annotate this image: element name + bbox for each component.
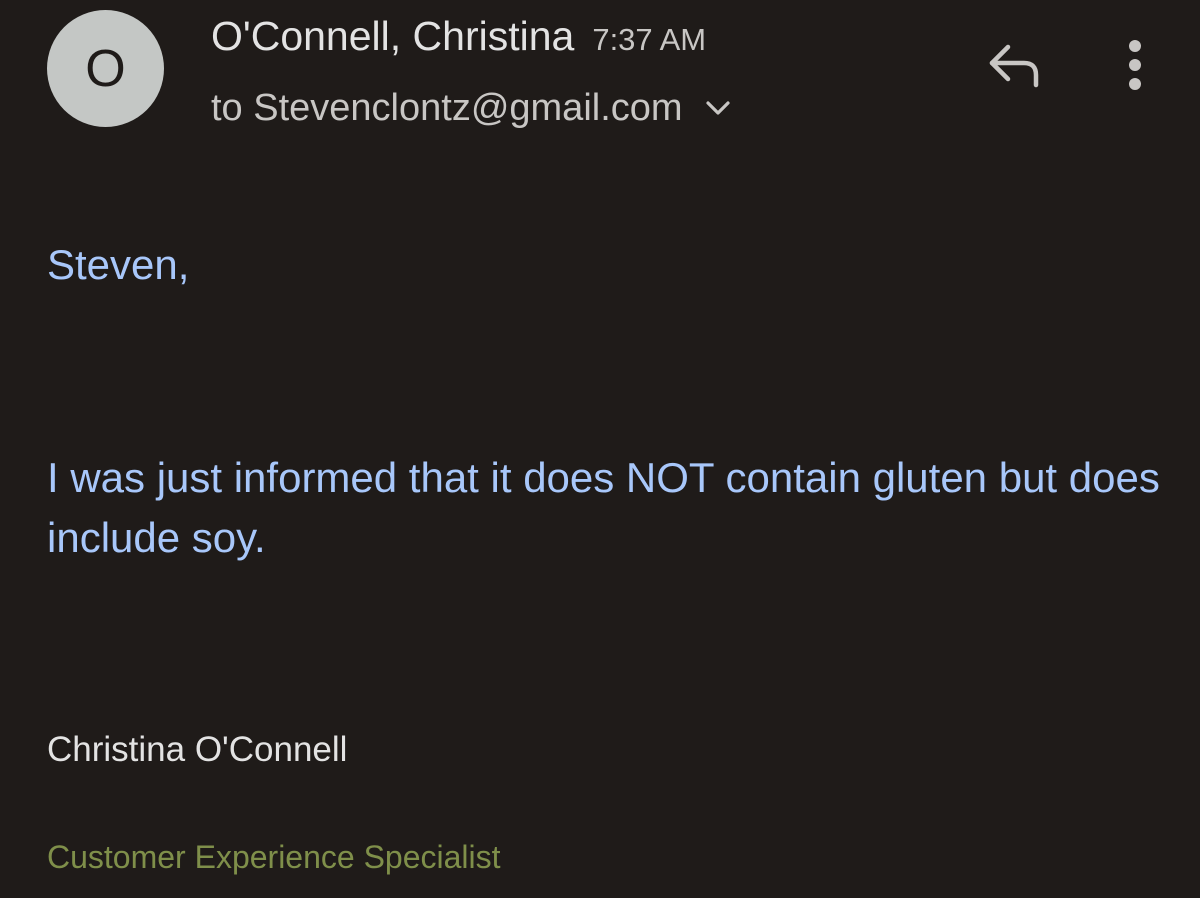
message-body: I was just informed that it does NOT con… — [47, 454, 1160, 561]
message-timestamp: 7:37 AM — [592, 22, 707, 57]
reply-button[interactable] — [976, 38, 1052, 96]
reply-icon — [984, 41, 1044, 94]
sender-name[interactable]: O'Connell, Christina — [211, 12, 574, 60]
message-greeting: Steven, — [47, 241, 190, 288]
signature-name: Christina O'Connell — [47, 730, 348, 769]
more-options-button[interactable] — [1110, 36, 1160, 98]
recipient-details-toggle[interactable]: to Stevenclontz@gmail.com — [211, 84, 731, 132]
sender-avatar[interactable]: O — [47, 10, 164, 127]
sender-header: O'Connell, Christina 7:37 AM — [211, 12, 706, 60]
chevron-down-icon[interactable] — [705, 99, 731, 117]
email-message: O O'Connell, Christina 7:37 AM to Steven… — [0, 0, 1200, 898]
more-vert-icon — [1127, 39, 1143, 96]
avatar-letter: O — [85, 39, 126, 98]
recipient-text: to Stevenclontz@gmail.com — [211, 87, 683, 129]
signature-title: Customer Experience Specialist — [47, 839, 501, 875]
